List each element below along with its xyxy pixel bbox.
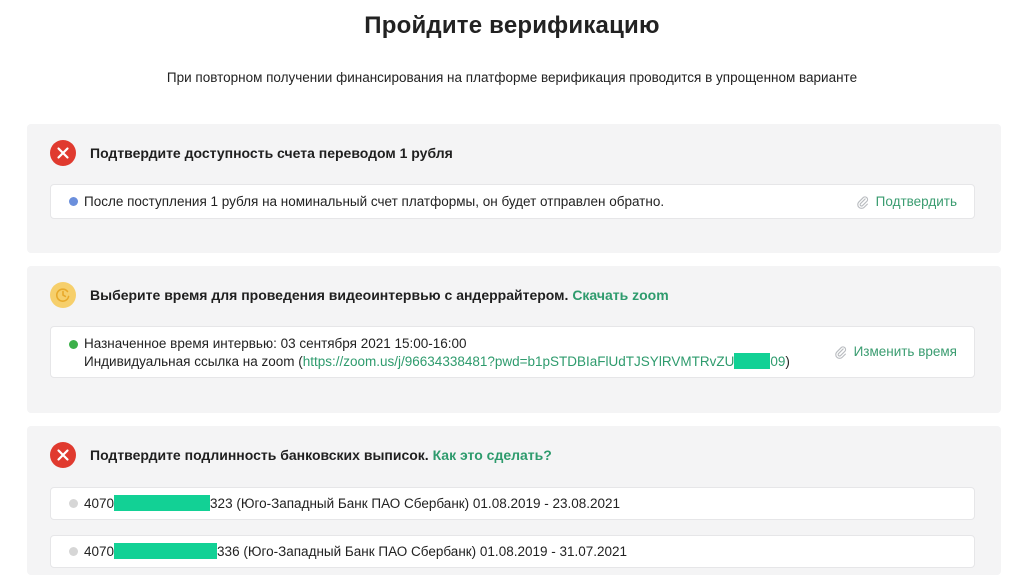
list-item: После поступления 1 рубля на номинальный… [50, 184, 975, 219]
list-item: 4070 323 (Юго-Западный Банк ПАО Сбербанк)… [50, 487, 975, 520]
status-dot [69, 197, 78, 206]
statement-text: 4070 323 (Юго-Западный Банк ПАО Сбербанк)… [84, 495, 620, 513]
list-item: Назначенное время интервью: 03 сентября … [50, 326, 975, 378]
change-time-button-label: Изменить время [853, 344, 957, 359]
redacted-block [114, 495, 211, 511]
account-prefix: 4070 [84, 544, 115, 559]
section-title: Подтвердите доступность счета переводом … [90, 145, 453, 161]
section-title-text: Выберите время для проведения видеоинтер… [90, 287, 569, 303]
account-suffix: 323 (Юго-Западный Банк ПАО Сбербанк) 01.… [210, 496, 621, 511]
account-suffix: 336 (Юго-Западный Банк ПАО Сбербанк) 01.… [217, 544, 628, 559]
statement-text: 4070 336 (Юго-Западный Банк ПАО Сбербанк)… [84, 543, 627, 561]
confirm-button-label: Подтвердить [875, 194, 957, 209]
zoom-link-end: 09 [770, 354, 786, 369]
section-video-interview: Выберите время для проведения видеоинтер… [27, 266, 1001, 413]
zoom-link[interactable]: https://zoom.us/j/96634338481?pwd=b1pSTD… [302, 353, 786, 369]
section-bank-statements: Подтвердите подлинность банковских выпис… [27, 426, 1001, 575]
status-dot [69, 499, 78, 508]
confirm-button[interactable]: Подтвердить [856, 194, 957, 209]
change-time-button[interactable]: Изменить время [834, 344, 957, 359]
status-dot [69, 340, 78, 349]
redacted-block [734, 353, 771, 369]
page-subtitle: При повторном получении финансирования н… [166, 70, 858, 85]
zoom-link-prefix: Индивидуальная ссылка на zoom ( [84, 354, 303, 369]
section-title-text: Подтвердите подлинность банковских выпис… [90, 447, 429, 463]
zoom-link-start: https://zoom.us/j/96634338481?pwd=b1pSTD… [302, 354, 735, 369]
section-title: Выберите время для проведения видеоинтер… [90, 287, 669, 303]
x-circle-icon [50, 140, 76, 166]
section-title: Подтвердите подлинность банковских выпис… [90, 447, 552, 463]
section-account-transfer: Подтвердите доступность счета переводом … [27, 124, 1001, 253]
x-circle-icon [50, 442, 76, 468]
account-prefix: 4070 [84, 496, 115, 511]
zoom-link-suffix: ) [785, 354, 790, 369]
paperclip-icon [856, 195, 870, 209]
row-text: После поступления 1 рубля на номинальный… [84, 194, 665, 209]
list-item: 4070 336 (Юго-Западный Банк ПАО Сбербанк)… [50, 535, 975, 568]
paperclip-icon [834, 345, 848, 359]
how-to-link[interactable]: Как это сделать? [433, 447, 552, 463]
download-zoom-link[interactable]: Скачать zoom [572, 287, 668, 303]
status-dot [69, 547, 78, 556]
clock-icon [50, 282, 76, 308]
interview-time-text: Назначенное время интервью: 03 сентября … [84, 336, 467, 351]
redacted-block [114, 543, 218, 559]
page-title: Пройдите верификацию [364, 12, 660, 39]
zoom-link-line: Индивидуальная ссылка на zoom (https://z… [84, 353, 790, 371]
